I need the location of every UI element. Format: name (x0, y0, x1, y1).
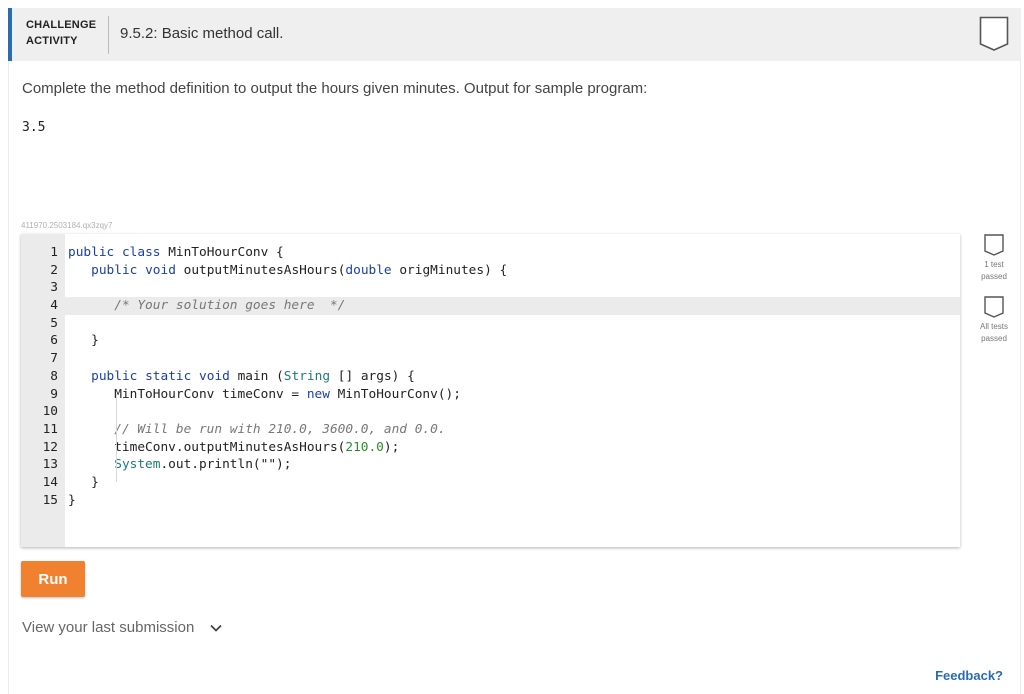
line-number: 6 (50, 333, 58, 349)
line-number: 13 (42, 457, 58, 473)
test-result-1: 1 test passed (972, 234, 1016, 283)
code-lines[interactable]: 1 public class MinToHourConv {2 public vo… (21, 244, 960, 509)
line-number: 9 (50, 386, 58, 402)
line-number: 7 (50, 351, 58, 367)
code-text[interactable]: public static void main (String [] args)… (68, 368, 415, 386)
test-result-label: All tests passed (972, 321, 1016, 345)
test-status-icon (984, 234, 1004, 256)
line-number: 1 (50, 245, 58, 260)
line-number: 10 (42, 404, 58, 420)
line-number: 4 (50, 298, 58, 314)
code-line[interactable]: 15} (21, 492, 960, 510)
line-number: 2 (50, 262, 58, 278)
code-text[interactable]: System.out.println(""); (68, 456, 291, 474)
code-text[interactable]: public class MinToHourConv { (68, 244, 284, 262)
indent-guide (116, 394, 117, 482)
run-button[interactable]: Run (21, 561, 85, 597)
completion-badge-icon (979, 16, 1009, 51)
code-line[interactable]: 6 } (21, 332, 960, 350)
test-label-line2: passed (981, 272, 1007, 281)
activity-title: 9.5.2: Basic method call. (120, 25, 284, 42)
code-line[interactable]: 12 timeConv.outputMinutesAsHours(210.0); (21, 439, 960, 457)
test-label-line1: All tests (979, 322, 1008, 331)
line-number: 11 (42, 421, 58, 437)
code-text[interactable]: timeConv.outputMinutesAsHours(210.0); (68, 439, 399, 457)
code-text[interactable]: MinToHourConv timeConv = new MinToHourCo… (68, 386, 461, 404)
code-line[interactable]: 3 (21, 279, 960, 297)
activity-type-tag: CHALLENGE ACTIVITY (26, 17, 100, 49)
line-number: 15 (42, 492, 58, 508)
code-line[interactable]: 13 System.out.println(""); (21, 456, 960, 474)
view-submission-label: View your last submission (22, 619, 195, 636)
code-text[interactable]: } (68, 492, 76, 510)
code-text[interactable]: /* Your solution goes here */ (68, 297, 345, 315)
activity-id: 411970.2503184.qx3zqy7 (21, 221, 113, 230)
chevron-down-icon (210, 624, 223, 632)
activity-type-line1: CHALLENGE (26, 19, 97, 31)
header-divider (108, 16, 109, 54)
line-number: 14 (42, 474, 58, 490)
code-line[interactable]: 7 (21, 350, 960, 368)
code-line[interactable]: 2 public void outputMinutesAsHours(doubl… (21, 262, 960, 280)
code-line[interactable]: 14 } (21, 474, 960, 492)
code-line[interactable]: 5 (21, 315, 960, 333)
view-last-submission-toggle[interactable]: View your last submission (22, 619, 223, 636)
instructions-text: Complete the method definition to output… (22, 80, 648, 97)
line-number: 5 (50, 315, 58, 331)
code-editor[interactable]: 1 public class MinToHourConv {2 public vo… (21, 234, 960, 547)
code-line[interactable]: 1 public class MinToHourConv { (21, 244, 960, 262)
test-result-2: All tests passed (972, 296, 1016, 345)
code-text[interactable]: } (68, 474, 99, 492)
line-number: 12 (42, 439, 58, 455)
activity-header: CHALLENGE ACTIVITY 9.5.2: Basic method c… (8, 8, 1021, 61)
code-line[interactable]: 10 (21, 403, 960, 421)
code-line[interactable]: 11 // Will be run with 210.0, 3600.0, an… (21, 421, 960, 439)
code-text[interactable]: } (68, 332, 99, 350)
code-line[interactable]: 9 MinToHourConv timeConv = new MinToHour… (21, 386, 960, 404)
activity-type-line2: ACTIVITY (26, 35, 78, 47)
line-number: 8 (50, 368, 58, 384)
code-text[interactable]: public void outputMinutesAsHours(double … (68, 262, 507, 280)
code-text[interactable]: // Will be run with 210.0, 3600.0, and 0… (68, 421, 445, 439)
test-status-icon (984, 296, 1004, 318)
test-label-line2: passed (981, 334, 1007, 343)
line-number: 3 (50, 280, 58, 296)
sample-output: 3.5 (22, 120, 46, 135)
feedback-link[interactable]: Feedback? (935, 668, 1003, 683)
test-label-line1: 1 test (984, 260, 1004, 269)
code-line[interactable]: 4 /* Your solution goes here */ (21, 297, 960, 315)
code-line[interactable]: 8 public static void main (String [] arg… (21, 368, 960, 386)
test-result-label: 1 test passed (972, 259, 1016, 283)
